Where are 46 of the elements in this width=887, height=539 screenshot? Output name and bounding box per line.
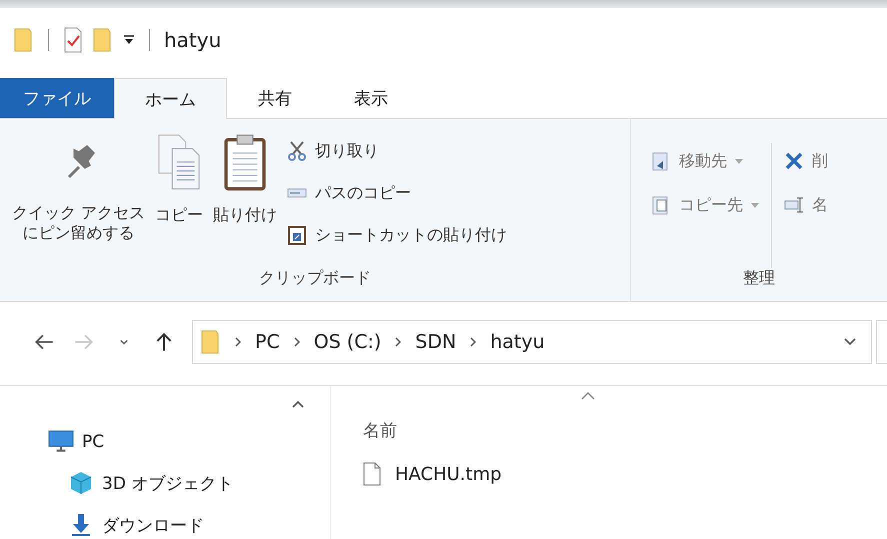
window-title: hatyu bbox=[164, 28, 222, 52]
ribbon-button[interactable]: 名 bbox=[784, 187, 828, 223]
ribbon-tab[interactable]: ホーム bbox=[114, 78, 227, 119]
ribbon-button[interactable]: パスのコピー bbox=[287, 175, 508, 211]
folder-icon bbox=[201, 328, 221, 356]
ribbon-button[interactable]: コピー bbox=[155, 133, 204, 268]
file-icon bbox=[363, 462, 381, 486]
ribbon-button[interactable]: 移動先 bbox=[651, 143, 759, 179]
ribbon-button[interactable]: 貼り付け bbox=[213, 133, 278, 268]
scissors-icon bbox=[287, 141, 308, 161]
breadcrumb[interactable]: PC bbox=[255, 331, 280, 353]
ribbon-button[interactable]: コピー先 bbox=[651, 187, 759, 223]
ribbon-tab[interactable]: 表示 bbox=[323, 78, 419, 118]
properties-icon[interactable] bbox=[63, 27, 83, 53]
search-field[interactable] bbox=[876, 320, 887, 364]
address-bar[interactable]: PC OS (C:) SDN hatyu bbox=[192, 320, 872, 364]
ribbon-tab[interactable]: 共有 bbox=[227, 78, 323, 118]
shortcut-paste-icon bbox=[287, 225, 308, 245]
tree-item[interactable]: PC bbox=[48, 422, 330, 462]
breadcrumb[interactable]: OS (C:) bbox=[314, 331, 382, 353]
tree-item[interactable]: ダウンロード bbox=[48, 504, 330, 539]
chevron-icon bbox=[395, 337, 402, 347]
chevron-icon bbox=[294, 337, 300, 347]
group-label: クリップボード bbox=[258, 268, 372, 289]
ribbon-button[interactable]: 削 bbox=[784, 143, 828, 179]
rename-icon bbox=[784, 195, 804, 215]
file-item[interactable]: HACHU.tmp bbox=[363, 450, 508, 498]
breadcrumb[interactable]: SDN bbox=[415, 331, 456, 353]
chevron-icon bbox=[470, 337, 476, 347]
ribbon-button[interactable]: ショートカットの貼り付け bbox=[287, 217, 508, 253]
caret-icon bbox=[735, 158, 743, 164]
group-label: 整理 bbox=[742, 268, 776, 289]
ribbon-button[interactable]: クイック アクセス にピン留めする bbox=[12, 133, 146, 268]
tree-item[interactable]: 3D オブジェクト bbox=[48, 462, 330, 504]
dropdown-icon[interactable] bbox=[843, 337, 857, 347]
ribbon-button[interactable]: 切り取り bbox=[287, 133, 508, 169]
monitor-icon bbox=[48, 430, 74, 454]
column-header[interactable]: 名前 bbox=[363, 410, 397, 450]
caret-icon bbox=[751, 202, 759, 208]
chevron-icon bbox=[235, 337, 241, 347]
file-tab[interactable]: ファイル bbox=[0, 78, 114, 118]
scroll-up-icon[interactable] bbox=[292, 400, 304, 408]
cube-icon bbox=[68, 471, 94, 495]
breadcrumb[interactable]: hatyu bbox=[490, 331, 545, 353]
close-icon bbox=[784, 151, 804, 171]
customize-dropdown-icon[interactable] bbox=[123, 35, 135, 45]
